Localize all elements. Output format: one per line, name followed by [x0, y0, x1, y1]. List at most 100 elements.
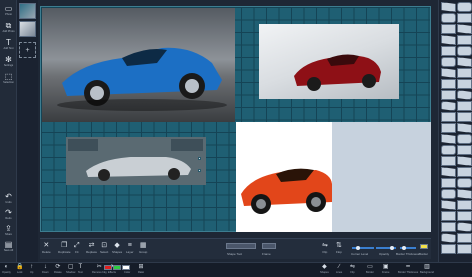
frame-template-tile[interactable] [441, 101, 456, 111]
frame-template-tile[interactable] [457, 90, 472, 100]
frame-template-tile[interactable] [457, 189, 472, 199]
frame-template-tile[interactable] [457, 222, 472, 232]
ratio-button[interactable]: ⊞ Ratio [138, 264, 144, 277]
frame-template-tile[interactable] [441, 211, 456, 221]
frame-template-tile[interactable] [441, 233, 456, 243]
add-photo-button[interactable]: ⧉ Add Photo [1, 19, 16, 35]
frame-template-tile[interactable] [441, 112, 456, 122]
blue-sports-car-photo[interactable] [42, 8, 235, 122]
frame-template-tile[interactable] [441, 156, 456, 166]
frame-template-tile[interactable] [441, 79, 456, 89]
frame-template-tile[interactable] [457, 156, 472, 166]
lines-button[interactable]: ∕ Lines [336, 264, 342, 277]
redo-button[interactable]: ↷ Redo [1, 206, 16, 222]
duplicate-button[interactable]: ❐ Duplicate [58, 241, 71, 259]
frame-template-tile[interactable] [441, 167, 456, 177]
frame-template-tile[interactable] [457, 2, 472, 12]
frame-template-tile[interactable] [457, 233, 472, 243]
add-text-button[interactable]: T Add Text [1, 36, 16, 52]
shape-tool-selector[interactable] [226, 243, 256, 249]
fit-button[interactable]: ⤢ Fit [74, 241, 80, 259]
frame-template-tile[interactable] [457, 68, 472, 78]
add-page-button[interactable]: + [19, 42, 36, 58]
frame-template-tile[interactable] [441, 189, 456, 199]
frame-template-tile[interactable] [457, 211, 472, 221]
frame-template-tile[interactable] [441, 35, 456, 45]
flip-button[interactable]: ⇋ Flip [322, 241, 328, 259]
frame-template-tile[interactable] [457, 145, 472, 155]
frame-template-tile[interactable] [457, 244, 472, 254]
silver-car-shape-photo[interactable] [66, 137, 206, 185]
frame-template-tile[interactable] [441, 134, 456, 144]
collage-canvas[interactable]: ▣ [40, 6, 431, 232]
frame-template-tile[interactable] [441, 13, 456, 23]
frame-template-tile[interactable] [441, 46, 456, 56]
undo-button[interactable]: ↶ Undo [1, 190, 16, 206]
frame-template-tile[interactable] [441, 244, 456, 254]
color-swatch[interactable] [122, 265, 130, 270]
orange-lamborghini-photo[interactable]: ▣ [236, 122, 431, 232]
color-swatch[interactable] [113, 265, 121, 270]
replace-button[interactable]: ⇄ Replace [86, 241, 97, 259]
frame-template-tile[interactable] [457, 35, 472, 45]
settings-button[interactable]: ✻ Settings [1, 53, 16, 69]
opacity-button[interactable]: ◐ Opacity [2, 264, 11, 277]
background-button[interactable]: ▥ Background [420, 264, 434, 277]
lock-button[interactable]: 🔒 Lock [16, 264, 23, 277]
selection-handle[interactable] [198, 169, 201, 172]
selection-button[interactable]: ⬚ Selection [1, 70, 16, 86]
frame-template-tile[interactable] [441, 68, 456, 78]
color-swatch[interactable] [104, 265, 112, 270]
photo-button[interactable]: ▭ Photo [1, 2, 16, 18]
frame-template-tile[interactable] [457, 123, 472, 133]
shapes-button[interactable]: ◆ Shapes [112, 241, 122, 259]
frame-template-tile[interactable] [441, 222, 456, 232]
down-button[interactable]: ↓ Down [42, 264, 49, 277]
delete-button[interactable]: ✕ Delete [42, 241, 51, 259]
flop-button[interactable]: ⇅ Flop [336, 241, 342, 259]
opacity-knob[interactable] [390, 246, 394, 250]
border-button[interactable]: ▭ Border [366, 264, 374, 277]
frame-template-tile[interactable] [457, 13, 472, 23]
frame-template-tile[interactable] [457, 79, 472, 89]
frame-template-tile[interactable] [441, 178, 456, 188]
frame-template-tile[interactable] [457, 24, 472, 34]
page-thumbnail[interactable] [19, 21, 36, 37]
frame-template-tile[interactable] [457, 134, 472, 144]
shadow-button[interactable]: ▢ Shadow [66, 264, 75, 277]
frame-template-tile[interactable] [441, 24, 456, 34]
layer-button[interactable]: ≡ Layer [126, 241, 134, 259]
red-luxury-car-photo[interactable] [259, 24, 399, 99]
frame-template-tile[interactable] [441, 200, 456, 210]
group-button[interactable]: ▦ Group [139, 241, 147, 259]
frame-template-tile[interactable] [457, 167, 472, 177]
frame-template-tile[interactable] [457, 178, 472, 188]
selection-handle[interactable] [198, 157, 201, 160]
frame-template-tile[interactable] [441, 123, 456, 133]
frame-template-tile[interactable] [457, 57, 472, 67]
share-button[interactable]: ⇪ Share [1, 222, 16, 238]
frame-template-tile[interactable] [441, 90, 456, 100]
frame-template-tile[interactable] [441, 57, 456, 67]
border-color-swatch[interactable] [420, 244, 428, 249]
rotate-button[interactable]: ⟳ Rotate [54, 264, 62, 277]
empty-photo-slot[interactable]: ▣ [332, 122, 431, 232]
frame-template-tile[interactable] [457, 200, 472, 210]
frame-template-tile[interactable] [457, 101, 472, 111]
frame-button[interactable]: ▣ Frame [382, 264, 390, 277]
corner-level-knob[interactable] [356, 246, 360, 250]
frame-template-tile[interactable] [457, 112, 472, 122]
border-thickness-knob[interactable] [402, 246, 406, 250]
frame-template-tile[interactable] [441, 145, 456, 155]
frame-template-tile[interactable] [441, 2, 456, 12]
page-thumbnail[interactable] [19, 3, 36, 19]
border-thickness-button[interactable]: ━ Border Thickness [398, 264, 418, 277]
shapes-button[interactable]: ◆ Shapes [320, 264, 329, 277]
frame-template-tile[interactable] [457, 46, 472, 56]
save-all-button[interactable]: ▤ Save All [1, 238, 16, 254]
flip-button[interactable]: ⇋ Flip [350, 264, 355, 277]
text-button[interactable]: T Text [78, 264, 83, 277]
up-button[interactable]: ↑ Up [30, 264, 33, 277]
frame-selector[interactable] [262, 243, 276, 249]
select-button[interactable]: ⊡ Select [100, 241, 108, 259]
